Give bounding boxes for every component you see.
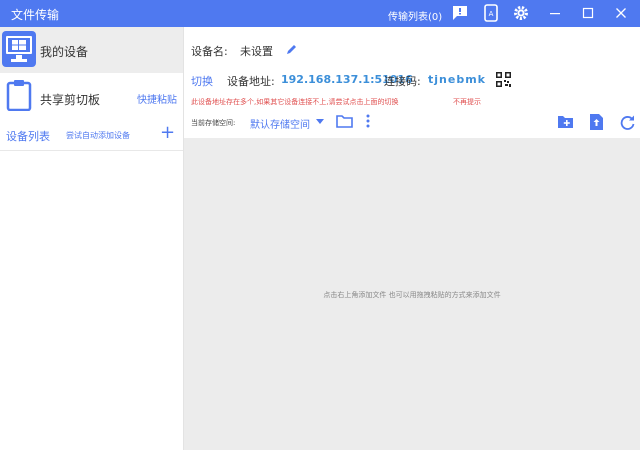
- title-bar: 文件传输 传输列表(0) A: [0, 0, 640, 27]
- refresh-icon[interactable]: [618, 113, 636, 131]
- monitor-icon: [2, 31, 36, 67]
- device-list-header: 设备列表 尝试自动添加设备 +: [0, 122, 183, 151]
- gear-icon[interactable]: [511, 3, 531, 23]
- more-vertical-icon[interactable]: [364, 113, 372, 129]
- sidebar-item-label: 我的设备: [40, 45, 89, 59]
- address-warning: 此设备地址存在多个,如果其它设备连接不上,请尝试点击上面的切换: [191, 98, 399, 106]
- device-info: 设备名: 未设置 切换 设备地址: 192.168.137.1:51016 连接…: [184, 27, 640, 138]
- qr-code-icon[interactable]: [495, 71, 511, 87]
- sidebar: 我的设备 共享剪切板 快捷粘贴 设备列表 尝试自动添加设备 +: [0, 27, 184, 450]
- add-device-button[interactable]: +: [160, 122, 175, 143]
- chevron-down-icon[interactable]: [315, 117, 325, 127]
- edit-icon[interactable]: [285, 42, 299, 56]
- message-icon[interactable]: [450, 3, 470, 23]
- phone-icon[interactable]: A: [481, 3, 501, 23]
- folder-icon[interactable]: [335, 113, 353, 129]
- storage-label: 当前存储空间:: [191, 119, 236, 127]
- file-drop-area[interactable]: 点击右上角添加文件 也可以用拖拽粘贴的方式来添加文件: [184, 138, 640, 450]
- sidebar-item-my-device[interactable]: 我的设备: [0, 27, 183, 73]
- device-name-value: 未设置: [240, 45, 273, 58]
- maximize-icon[interactable]: [578, 3, 598, 23]
- device-list-title: 设备列表: [6, 130, 50, 143]
- switch-address-link[interactable]: 切换: [191, 73, 213, 89]
- close-icon[interactable]: [611, 3, 631, 23]
- svg-text:A: A: [489, 10, 494, 18]
- code-value: tjnebmk: [428, 73, 486, 86]
- transfer-list-link[interactable]: 传输列表(0): [388, 8, 442, 23]
- quick-paste-link[interactable]: 快捷粘贴: [137, 91, 177, 106]
- address-label: 设备地址:: [227, 75, 275, 88]
- new-folder-icon[interactable]: [556, 114, 574, 130]
- device-name-label: 设备名:: [191, 45, 228, 58]
- auto-add-device-link[interactable]: 尝试自动添加设备: [66, 130, 130, 141]
- main-panel: 设备名: 未设置 切换 设备地址: 192.168.137.1:51016 连接…: [184, 27, 640, 450]
- storage-dropdown[interactable]: 默认存储空间: [250, 116, 310, 131]
- code-label: 连接码:: [384, 75, 421, 88]
- upload-file-icon[interactable]: [588, 113, 604, 131]
- clipboard-icon: [6, 79, 32, 111]
- sidebar-item-label: 共享剪切板: [40, 93, 101, 107]
- app-title: 文件传输: [11, 8, 60, 22]
- dismiss-warning-link[interactable]: 不再提示: [453, 97, 481, 107]
- minimize-icon[interactable]: [545, 3, 565, 23]
- empty-files-hint: 点击右上角添加文件 也可以用拖拽粘贴的方式来添加文件: [323, 291, 501, 299]
